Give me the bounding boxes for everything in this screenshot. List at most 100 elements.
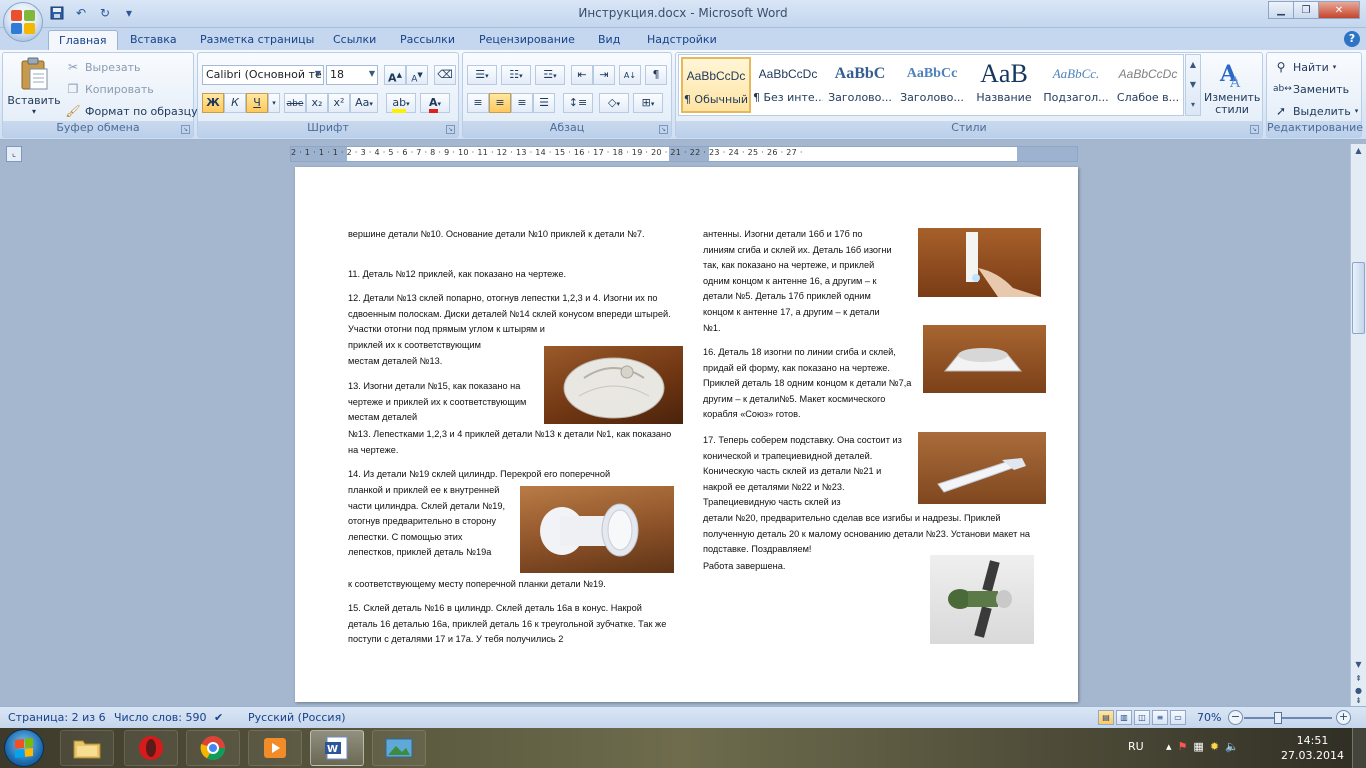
bold-button[interactable]: Ж (202, 93, 224, 113)
web-layout-icon[interactable]: ◫ (1134, 710, 1150, 725)
bullets-button[interactable]: ☰▾ (467, 65, 497, 85)
show-hidden-icons-icon[interactable]: ▴ (1166, 740, 1172, 753)
action-center-icon[interactable]: ⚑ (1178, 740, 1188, 753)
paste-button[interactable]: Вставить ▾ (7, 57, 61, 116)
tab-addins[interactable]: Надстройки (637, 30, 727, 50)
zoom-slider-knob[interactable] (1274, 712, 1282, 724)
multilevel-list-button[interactable]: ☲▾ (535, 65, 565, 85)
cut-button[interactable]: ✂ Вырезать (65, 59, 141, 75)
volume-icon[interactable]: 🔈 (1225, 740, 1239, 753)
tab-view[interactable]: Вид (588, 30, 630, 50)
align-center-button[interactable]: ≡ (489, 93, 511, 113)
word-count[interactable]: Число слов: 590 (114, 711, 207, 724)
proofing-icon[interactable]: ✔ (214, 711, 223, 724)
more-styles-icon[interactable]: ▾ (1186, 95, 1200, 115)
taskbar-opera[interactable] (124, 730, 178, 766)
subscript-button[interactable]: x₂ (306, 93, 328, 113)
page-indicator[interactable]: Страница: 2 из 6 (8, 711, 106, 724)
restore-button[interactable]: ❐ (1293, 1, 1319, 19)
select-button[interactable]: ➚ Выделить ▾ (1273, 103, 1358, 119)
outline-icon[interactable]: ≡ (1152, 710, 1168, 725)
borders-button[interactable]: ⊞▾ (633, 93, 663, 113)
style-normal[interactable]: AaBbCcDc ¶ Обычный (681, 57, 751, 113)
minimize-button[interactable]: ▁ (1268, 1, 1294, 19)
tab-references[interactable]: Ссылки (323, 30, 386, 50)
taskbar-word[interactable]: W (310, 730, 364, 766)
close-button[interactable]: ✕ (1318, 1, 1360, 19)
tab-insert[interactable]: Вставка (120, 30, 187, 50)
highlight-button[interactable]: ab▾ (386, 93, 416, 113)
help-icon[interactable]: ? (1344, 31, 1360, 47)
taskbar-photo-viewer[interactable] (372, 730, 426, 766)
tab-home[interactable]: Главная (48, 30, 118, 50)
font-color-button[interactable]: A▾ (420, 93, 450, 113)
scroll-up-icon[interactable]: ▲ (1352, 146, 1365, 160)
tab-review[interactable]: Рецензирование (469, 30, 585, 50)
change-case-button[interactable]: Aa▾ (350, 93, 378, 113)
font-size-combo[interactable]: 18 ▼ (326, 65, 378, 85)
taskbar-chrome[interactable] (186, 730, 240, 766)
zoom-level[interactable]: 70% (1197, 711, 1221, 724)
decrease-indent-button[interactable]: ⇤ (571, 65, 593, 85)
network-icon[interactable]: ▦ (1193, 740, 1203, 753)
zoom-slider[interactable] (1244, 712, 1332, 724)
clear-formatting-button[interactable]: ⌫ (434, 65, 456, 85)
style-heading-1[interactable]: AaBbC Заголово... (825, 57, 895, 113)
language-indicator-tray[interactable]: RU (1128, 740, 1144, 753)
tab-page-layout[interactable]: Разметка страницы (190, 30, 324, 50)
increase-indent-button[interactable]: ⇥ (593, 65, 615, 85)
zoom-out-icon[interactable]: − (1228, 710, 1243, 725)
align-left-button[interactable]: ≡ (467, 93, 489, 113)
full-screen-reading-icon[interactable]: ▥ (1116, 710, 1132, 725)
taskbar-explorer[interactable] (60, 730, 114, 766)
underline-button[interactable]: Ч (246, 93, 268, 113)
tab-mailings[interactable]: Рассылки (390, 30, 465, 50)
italic-button[interactable]: К (224, 93, 246, 113)
scroll-down-icon[interactable]: ▼ (1186, 75, 1200, 95)
horizontal-ruler[interactable]: 2 · 1 · 1 · 1 · 2 · 3 · 4 · 5 · 6 · 7 · … (290, 146, 1078, 162)
change-styles-button[interactable]: AA Изменить стили (1204, 59, 1260, 116)
sort-button[interactable]: A↓ (619, 65, 641, 85)
show-desktop-button[interactable] (1352, 728, 1366, 768)
replace-button[interactable]: ab↔ Заменить (1273, 81, 1349, 97)
scroll-thumb[interactable] (1352, 262, 1365, 334)
print-layout-icon[interactable]: ▤ (1098, 710, 1114, 725)
shading-button[interactable]: ◇▾ (599, 93, 629, 113)
draft-icon[interactable]: ▭ (1170, 710, 1186, 725)
power-icon[interactable]: ✹ (1210, 740, 1219, 753)
strikethrough-button[interactable]: abe (284, 93, 306, 113)
tab-selector-icon[interactable]: ⌞ (6, 146, 22, 162)
justify-button[interactable]: ☰ (533, 93, 555, 113)
scroll-up-icon[interactable]: ▲ (1186, 55, 1200, 75)
style-no-spacing[interactable]: AaBbCcDc ¶ Без инте... (753, 57, 823, 113)
style-subtle-emphasis[interactable]: AaBbCcDc Слабое в... (1113, 57, 1183, 113)
styles-launcher-icon[interactable]: ↘ (1250, 125, 1259, 134)
scroll-down-icon[interactable]: ▼ (1352, 660, 1365, 674)
style-heading-2[interactable]: AaBbCc Заголово... (897, 57, 967, 113)
paragraph-launcher-icon[interactable]: ↘ (659, 125, 668, 134)
style-title[interactable]: AaB Название (969, 57, 1039, 113)
format-painter-button[interactable]: 🖌 Формат по образцу (65, 103, 197, 119)
document-page[interactable]: вершине детали №10. Основание детали №10… (295, 167, 1078, 702)
superscript-button[interactable]: x² (328, 93, 350, 113)
shrink-font-button[interactable]: A▼ (406, 65, 428, 85)
line-spacing-button[interactable]: ↕≡ (563, 93, 593, 113)
numbering-button[interactable]: ☷▾ (501, 65, 531, 85)
styles-gallery-scroller[interactable]: ▲ ▼ ▾ (1185, 54, 1201, 116)
language-indicator[interactable]: Русский (Россия) (248, 711, 346, 724)
show-marks-button[interactable]: ¶ (645, 65, 667, 85)
zoom-in-icon[interactable]: + (1336, 710, 1351, 725)
vertical-scrollbar[interactable]: ▲ ▼ ⇞ ● ⇟ (1350, 144, 1366, 706)
office-button[interactable] (3, 2, 43, 42)
clipboard-launcher-icon[interactable]: ↘ (181, 125, 190, 134)
find-button[interactable]: ⚲ Найти ▾ (1273, 59, 1337, 75)
copy-button[interactable]: ❐ Копировать (65, 81, 154, 97)
style-subtitle[interactable]: AaBbCc. Подзагол... (1041, 57, 1111, 113)
paste-dropdown-icon[interactable]: ▾ (7, 107, 61, 116)
font-launcher-icon[interactable]: ↘ (446, 125, 455, 134)
start-button[interactable] (4, 729, 44, 767)
clock[interactable]: 14:51 27.03.2014 (1281, 733, 1344, 763)
align-right-button[interactable]: ≡ (511, 93, 533, 113)
font-name-combo[interactable]: Calibri (Основной те ▼ (202, 65, 324, 85)
grow-font-button[interactable]: A▲ (384, 65, 406, 85)
